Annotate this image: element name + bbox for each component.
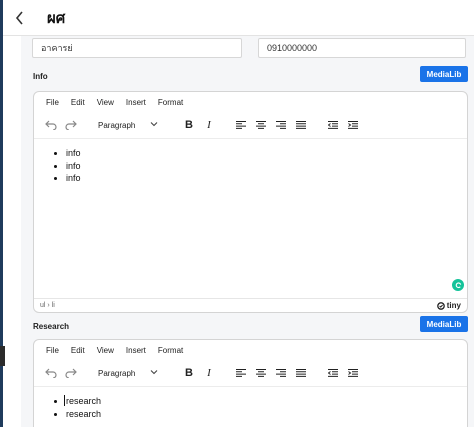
info-editor: File Edit View Insert Format Paragraph B… bbox=[33, 91, 468, 313]
align-justify-icon[interactable] bbox=[294, 360, 308, 386]
page-title: ผศ bbox=[47, 9, 66, 27]
align-right-icon[interactable] bbox=[274, 360, 288, 386]
menu-insert[interactable]: Insert bbox=[126, 346, 146, 360]
phone-field[interactable]: 0910000000 bbox=[258, 38, 466, 58]
list-item: research bbox=[66, 408, 467, 421]
editor-menubar: File Edit View Insert Format bbox=[34, 340, 467, 360]
align-justify-icon[interactable] bbox=[294, 112, 308, 138]
menu-edit[interactable]: Edit bbox=[71, 346, 85, 360]
align-left-icon[interactable] bbox=[234, 112, 248, 138]
info-label: Info bbox=[33, 72, 48, 81]
indent-icon[interactable] bbox=[346, 112, 360, 138]
italic-icon[interactable]: I bbox=[202, 112, 216, 138]
tiny-logo[interactable]: tiny bbox=[436, 301, 461, 310]
indent-icon[interactable] bbox=[346, 360, 360, 386]
bold-icon[interactable]: B bbox=[182, 360, 196, 386]
list-item: info bbox=[66, 160, 467, 173]
menu-file[interactable]: File bbox=[46, 346, 59, 360]
list-item: info bbox=[66, 172, 467, 185]
editor-statusbar: ul › li tiny bbox=[34, 298, 467, 312]
outdent-icon[interactable] bbox=[326, 112, 340, 138]
block-format-select[interactable]: Paragraph bbox=[92, 117, 164, 133]
editor-body[interactable]: info info info bbox=[34, 138, 467, 295]
research-medialib-button[interactable]: MediaLib bbox=[420, 316, 468, 332]
menu-format[interactable]: Format bbox=[158, 346, 183, 360]
editor-menubar: File Edit View Insert Format bbox=[34, 92, 467, 112]
list-item: info bbox=[66, 147, 467, 160]
block-format-value: Paragraph bbox=[98, 120, 136, 130]
redo-icon[interactable] bbox=[63, 112, 79, 138]
undo-icon[interactable] bbox=[43, 112, 59, 138]
undo-icon[interactable] bbox=[43, 360, 59, 386]
editor-toolbar: Paragraph B I bbox=[34, 112, 467, 138]
list-item: research bbox=[66, 395, 467, 408]
back-button[interactable] bbox=[3, 0, 37, 36]
block-format-value: Paragraph bbox=[98, 368, 136, 378]
bold-icon[interactable]: B bbox=[182, 112, 196, 138]
menu-insert[interactable]: Insert bbox=[126, 98, 146, 112]
outdent-icon[interactable] bbox=[326, 360, 340, 386]
chevron-left-icon bbox=[15, 10, 23, 25]
building-field[interactable]: อาคารย่ bbox=[32, 38, 242, 58]
editor-toolbar: Paragraph B I bbox=[34, 360, 467, 386]
tiny-label: tiny bbox=[446, 301, 461, 310]
menu-format[interactable]: Format bbox=[158, 98, 183, 112]
editor-body[interactable]: research research bbox=[34, 386, 467, 427]
align-center-icon[interactable] bbox=[254, 112, 268, 138]
research-editor: File Edit View Insert Format Paragraph B… bbox=[33, 339, 468, 427]
menu-view[interactable]: View bbox=[97, 98, 114, 112]
tiny-icon bbox=[436, 301, 445, 310]
sidebar-toggle-handle[interactable] bbox=[0, 346, 5, 366]
form-content: อาคารย่ 0910000000 Info MediaLib File Ed… bbox=[21, 36, 474, 427]
element-path[interactable]: ul › li bbox=[40, 302, 55, 309]
menu-view[interactable]: View bbox=[97, 346, 114, 360]
chevron-down-icon bbox=[150, 370, 158, 375]
top-bar: ผศ bbox=[3, 0, 474, 36]
italic-icon[interactable]: I bbox=[202, 360, 216, 386]
align-left-icon[interactable] bbox=[234, 360, 248, 386]
grammarly-icon[interactable] bbox=[452, 279, 464, 291]
menu-edit[interactable]: Edit bbox=[71, 98, 85, 112]
text-cursor bbox=[64, 395, 65, 406]
research-label: Research bbox=[33, 322, 70, 331]
align-center-icon[interactable] bbox=[254, 360, 268, 386]
redo-icon[interactable] bbox=[63, 360, 79, 386]
menu-file[interactable]: File bbox=[46, 98, 59, 112]
block-format-select[interactable]: Paragraph bbox=[92, 365, 164, 381]
chevron-down-icon bbox=[150, 122, 158, 127]
align-right-icon[interactable] bbox=[274, 112, 288, 138]
info-medialib-button[interactable]: MediaLib bbox=[420, 66, 468, 82]
